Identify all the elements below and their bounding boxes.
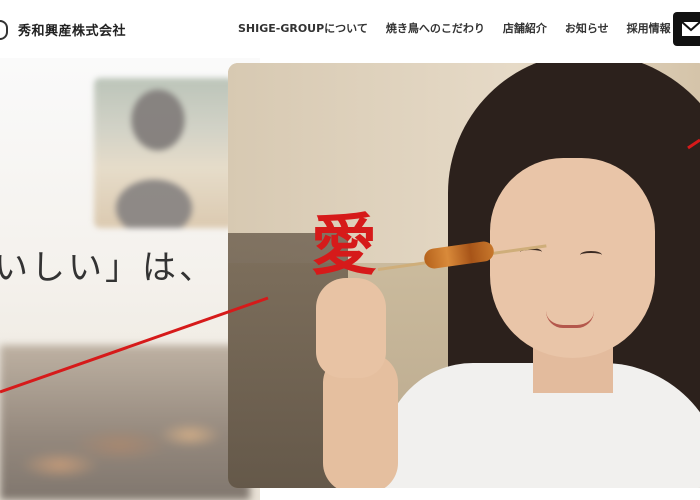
site-header: 秀和興産株式会社 SHIGE-GROUPについて 焼き鳥へのこだわり 店舗紹介 … (0, 0, 700, 58)
shop-staff-photo (94, 78, 234, 228)
nav-item-stores[interactable]: 店舗紹介 (503, 20, 547, 36)
contact-button[interactable] (673, 12, 700, 46)
hero-main-photo (228, 63, 700, 488)
eye-right (580, 251, 602, 259)
woman-hand (316, 278, 386, 378)
accent-kanji: 愛 (311, 206, 377, 284)
company-name[interactable]: 秀和興産株式会社 (18, 20, 126, 39)
hero-catchphrase: いしい」は、 (0, 248, 216, 288)
nav-item-news[interactable]: お知らせ (565, 20, 609, 36)
nav-item-about[interactable]: SHIGE-GROUPについて (238, 20, 368, 36)
main-nav: SHIGE-GROUPについて 焼き鳥へのこだわり 店舗紹介 お知らせ 採用情報 (238, 20, 671, 36)
logo-icon[interactable] (0, 20, 8, 40)
yakitori-photo (0, 345, 250, 500)
nav-item-commitment[interactable]: 焼き鳥へのこだわり (386, 20, 485, 36)
woman-face (490, 158, 655, 358)
mail-icon (681, 21, 700, 36)
nav-item-recruit[interactable]: 採用情報 (627, 20, 671, 36)
